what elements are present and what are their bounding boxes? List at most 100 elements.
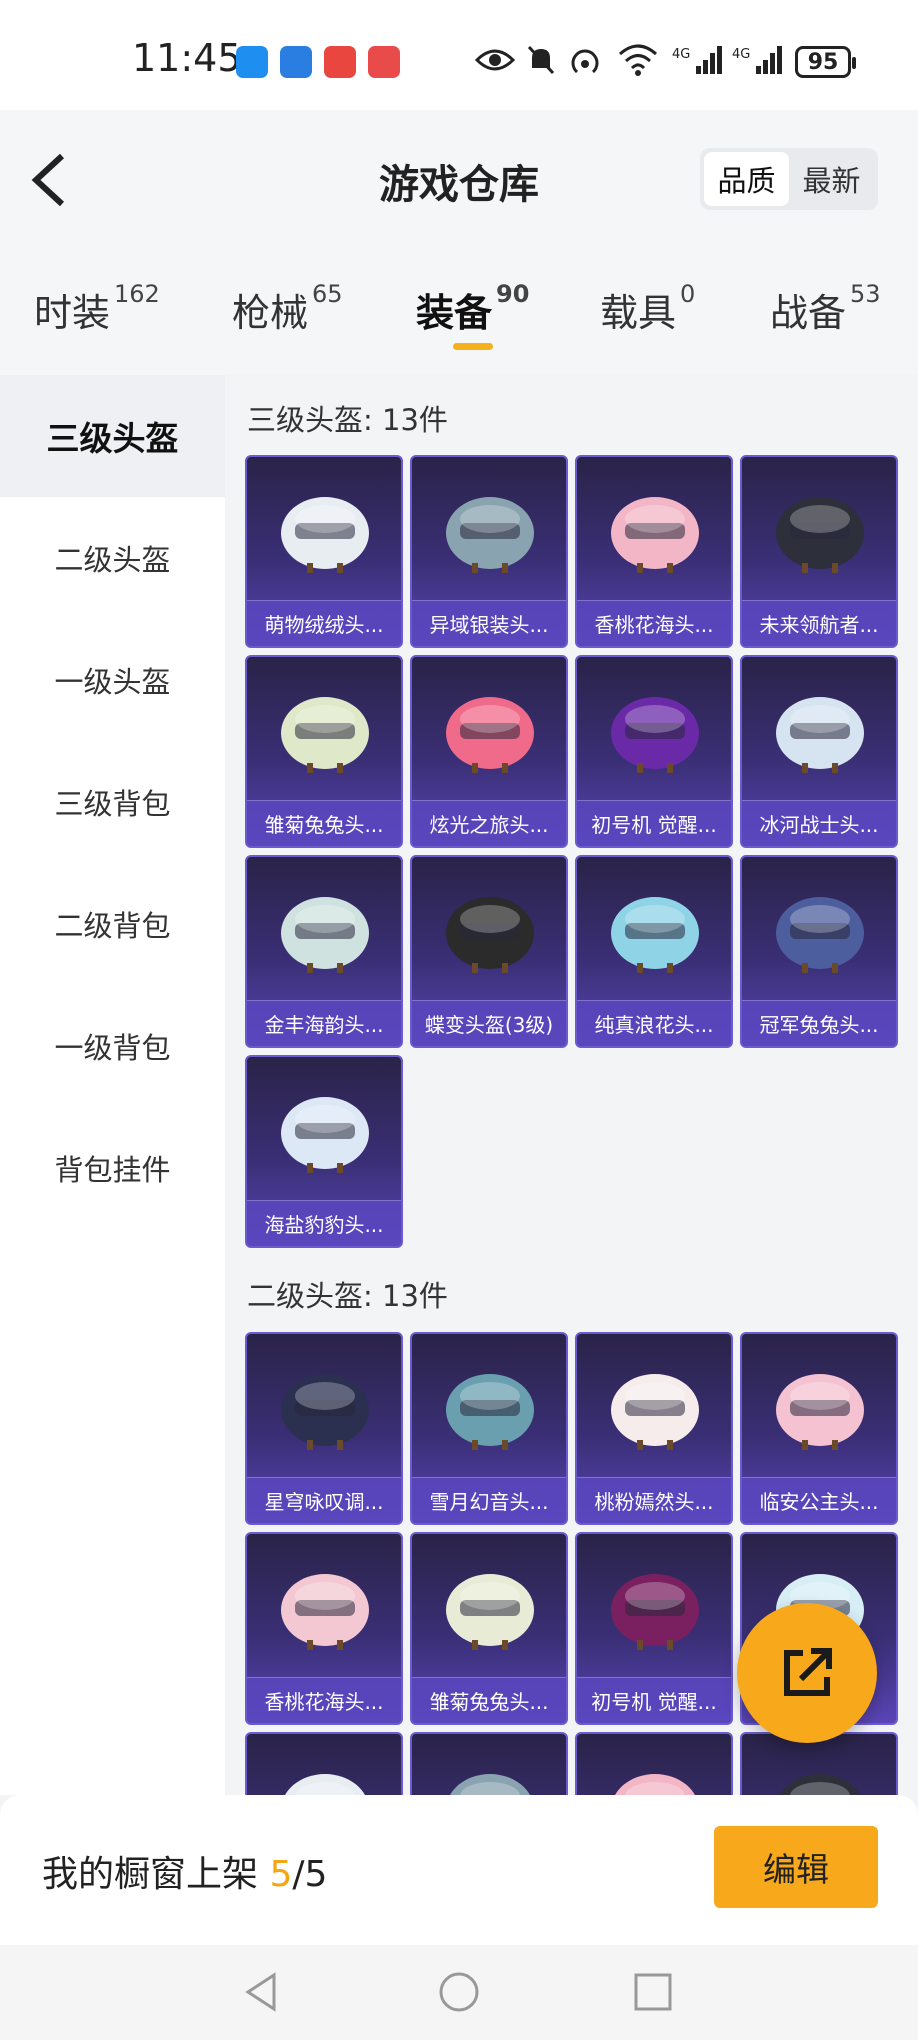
- chat-app-icon: [236, 46, 268, 78]
- sidebar-item-backpack-charm[interactable]: 背包挂件: [0, 1107, 225, 1229]
- item-name: 桃粉嫣然头...: [577, 1477, 731, 1523]
- helmet-image: [281, 497, 369, 573]
- item-name: 香桃花海头...: [577, 600, 731, 646]
- svg-text:4G: 4G: [732, 47, 750, 62]
- tab-guns[interactable]: 枪械 65: [232, 280, 343, 337]
- sidebar-item-level1-backpack[interactable]: 一级背包: [0, 985, 225, 1107]
- helmet-image: [446, 697, 534, 773]
- item-name: 初号机 觉醒...: [577, 800, 731, 846]
- sidebar-item-level3-backpack[interactable]: 三级背包: [0, 741, 225, 863]
- helmet-image: [611, 697, 699, 773]
- item-card[interactable]: [410, 1732, 568, 1795]
- mute-bell-icon: [524, 42, 558, 78]
- active-tab-indicator: [453, 343, 493, 350]
- item-card[interactable]: 海盐豹豹头...: [245, 1055, 403, 1248]
- share-external-icon: [784, 1648, 832, 1696]
- item-name: 雏菊兔兔头...: [412, 1677, 566, 1723]
- tab-fashion[interactable]: 时装 162: [34, 280, 160, 337]
- helmet-image: [776, 1374, 864, 1450]
- item-name: 香桃花海头...: [247, 1677, 401, 1723]
- item-card[interactable]: 萌物绒绒头...: [245, 455, 403, 648]
- item-name: 未来领航者...: [742, 600, 896, 646]
- item-card[interactable]: 临安公主头...: [740, 1332, 898, 1525]
- item-card[interactable]: 雏菊兔兔头...: [245, 655, 403, 848]
- item-name: 蝶变头盔(3级): [412, 1000, 566, 1046]
- item-card[interactable]: 冰河战士头...: [740, 655, 898, 848]
- helmet-image: [615, 1774, 695, 1795]
- tab-label: 载具: [600, 291, 677, 335]
- item-card[interactable]: [575, 1732, 733, 1795]
- helmet-image: [285, 1774, 365, 1795]
- edit-button[interactable]: 编辑: [714, 1826, 878, 1908]
- showcase-status: 我的橱窗上架 5/5: [42, 1845, 327, 1897]
- helmet-image: [446, 1374, 534, 1450]
- nav-home-icon[interactable]: [434, 1967, 484, 2017]
- sidebar-item-level2-helmet[interactable]: 二级头盔: [0, 497, 225, 619]
- status-time: 11:45: [132, 36, 242, 80]
- item-card[interactable]: 初号机 觉醒...: [575, 655, 733, 848]
- tab-count: 53: [850, 280, 881, 308]
- helmet-image: [281, 1574, 369, 1650]
- nav-back-icon[interactable]: [238, 1967, 288, 2017]
- item-name: 金丰海韵头...: [247, 1000, 401, 1046]
- helmet-image: [780, 1774, 860, 1795]
- helmet-image: [450, 1774, 530, 1795]
- item-card[interactable]: 香桃花海头...: [575, 455, 733, 648]
- sidebar-item-level1-helmet[interactable]: 一级头盔: [0, 619, 225, 741]
- system-nav-bar: [0, 1945, 918, 2040]
- section-title: 二级头盔: 13件: [247, 1279, 448, 1313]
- signal-4g-icon: 4G: [672, 42, 724, 78]
- signal-4g-icon: 4G: [732, 42, 784, 78]
- tab-equipment[interactable]: 装备 90: [416, 280, 529, 337]
- item-card[interactable]: 纯真浪花头...: [575, 855, 733, 1048]
- item-grid: 三级头盔: 13件 萌物绒绒头... 异域银装头... 香桃花海头... 未来领航者.…: [225, 375, 918, 1795]
- share-button[interactable]: [737, 1603, 877, 1743]
- helmet-image: [281, 1374, 369, 1450]
- item-card[interactable]: 冠军兔兔头...: [740, 855, 898, 1048]
- helmet-image: [611, 1574, 699, 1650]
- tab-label: 枪械: [232, 291, 309, 335]
- tab-count: 162: [114, 280, 160, 308]
- sort-option-quality[interactable]: 品质: [704, 152, 789, 206]
- item-card[interactable]: 金丰海韵头...: [245, 855, 403, 1048]
- tab-vehicles[interactable]: 载具 0: [600, 280, 696, 337]
- item-card[interactable]: 异域银装头...: [410, 455, 568, 648]
- item-card[interactable]: 桃粉嫣然头...: [575, 1332, 733, 1525]
- battery-indicator: 95: [795, 46, 856, 78]
- item-name: 雏菊兔兔头...: [247, 800, 401, 846]
- helmet-image: [611, 497, 699, 573]
- item-name: 冠军兔兔头...: [742, 1000, 896, 1046]
- item-card[interactable]: 炫光之旅头...: [410, 655, 568, 848]
- item-card[interactable]: 星穹咏叹调...: [245, 1332, 403, 1525]
- sidebar-item-level2-backpack[interactable]: 二级背包: [0, 863, 225, 985]
- nav-recents-icon[interactable]: [628, 1967, 678, 2017]
- item-card[interactable]: 香桃花海头...: [245, 1532, 403, 1725]
- item-name: 雪月幻音头...: [412, 1477, 566, 1523]
- sort-option-latest[interactable]: 最新: [789, 152, 874, 206]
- item-name: 星穹咏叹调...: [247, 1477, 401, 1523]
- helmet-image: [776, 697, 864, 773]
- item-card[interactable]: [245, 1732, 403, 1795]
- category-tabs: 时装 162 枪械 65 装备 90 载具 0 战备 53: [0, 250, 918, 375]
- eye-icon: [474, 42, 516, 78]
- item-card[interactable]: 雏菊兔兔头...: [410, 1532, 568, 1725]
- item-card[interactable]: 雪月幻音头...: [410, 1332, 568, 1525]
- tab-label: 装备: [416, 291, 493, 335]
- tab-label: 战备: [770, 291, 847, 335]
- subcategory-sidebar: 三级头盔 二级头盔 一级头盔 三级背包 二级背包 一级背包 背包挂件: [0, 375, 225, 1795]
- helmet-image: [446, 897, 534, 973]
- tab-count: 0: [680, 280, 696, 308]
- showcase-total-count: /5: [292, 1854, 328, 1895]
- item-card[interactable]: 蝶变头盔(3级): [410, 855, 568, 1048]
- item-card[interactable]: 初号机 觉醒...: [575, 1532, 733, 1725]
- tab-supplies[interactable]: 战备 53: [770, 280, 881, 337]
- helmet-image: [611, 897, 699, 973]
- item-card[interactable]: 未来领航者...: [740, 455, 898, 648]
- svg-text:4G: 4G: [672, 47, 690, 62]
- item-name: 冰河战士头...: [742, 800, 896, 846]
- showcase-current-count: 5: [269, 1854, 293, 1895]
- reader-app-icon: [368, 46, 400, 78]
- tab-label: 时装: [34, 291, 111, 335]
- huawei-app-icon: [324, 46, 356, 78]
- sidebar-item-level3-helmet[interactable]: 三级头盔: [0, 375, 225, 497]
